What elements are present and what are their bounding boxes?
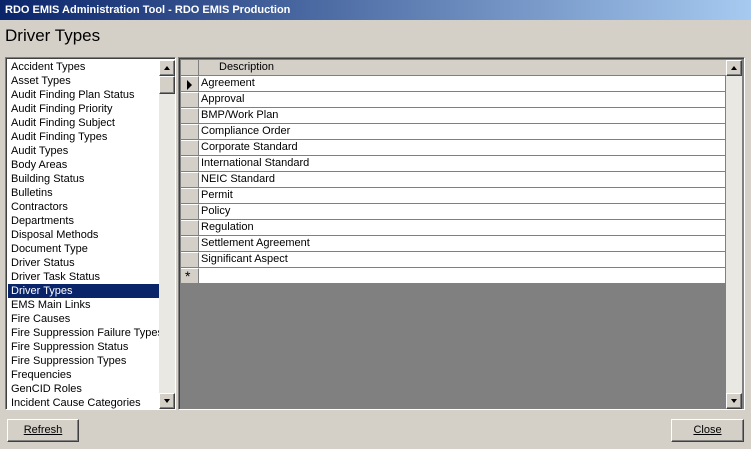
list-item[interactable]: Fire Suppression Types xyxy=(8,354,159,368)
row-selector[interactable] xyxy=(181,188,199,204)
close-button[interactable]: Close xyxy=(671,419,744,442)
list-item[interactable]: Body Areas xyxy=(8,158,159,172)
list-item[interactable]: Driver Types xyxy=(8,284,159,298)
list-scrollbar[interactable] xyxy=(159,60,175,409)
description-cell[interactable]: Regulation xyxy=(199,220,726,236)
row-selector[interactable] xyxy=(181,92,199,108)
description-cell[interactable]: Agreement xyxy=(199,76,726,92)
arrow-down-icon xyxy=(731,399,737,403)
driver-types-grid[interactable]: Description Agreement Approval BMP/Work Pl… xyxy=(178,57,745,410)
arrow-up-icon xyxy=(164,66,170,70)
lookup-table-list[interactable]: Accident Types Asset Types Audit Finding P… xyxy=(5,57,176,410)
grid-scrollbar[interactable] xyxy=(726,60,742,409)
description-cell[interactable]: Settlement Agreement xyxy=(199,236,726,252)
close-button-label: Close xyxy=(693,424,722,436)
refresh-button[interactable]: Refresh xyxy=(7,419,79,442)
row-selector[interactable] xyxy=(181,140,199,156)
description-cell[interactable]: Corporate Standard xyxy=(199,140,726,156)
list-item[interactable]: Contractors xyxy=(8,200,159,214)
table-row[interactable]: NEIC Standard xyxy=(181,172,726,188)
arrow-up-icon xyxy=(731,66,737,70)
row-selector[interactable] xyxy=(181,108,199,124)
new-row-star-icon: * xyxy=(185,268,191,284)
table-row[interactable]: Regulation xyxy=(181,220,726,236)
table-row[interactable]: Significant Aspect xyxy=(181,252,726,268)
description-cell[interactable]: Permit xyxy=(199,188,726,204)
list-item[interactable]: Driver Status xyxy=(8,256,159,270)
list-item[interactable]: Disposal Methods xyxy=(8,228,159,242)
column-header-description[interactable]: Description xyxy=(199,60,726,76)
description-cell[interactable]: Approval xyxy=(199,92,726,108)
page-title: Driver Types xyxy=(5,26,101,45)
table-row[interactable]: Approval xyxy=(181,92,726,108)
list-item[interactable]: Accident Types xyxy=(8,60,159,74)
row-selector[interactable] xyxy=(181,156,199,172)
row-selector[interactable] xyxy=(181,76,199,92)
grid-scroll-down-button[interactable] xyxy=(726,393,742,409)
list-item[interactable]: Audit Finding Plan Status xyxy=(8,88,159,102)
current-row-arrow-icon xyxy=(187,80,192,90)
new-row[interactable]: * xyxy=(181,268,726,284)
description-cell[interactable]: BMP/Work Plan xyxy=(199,108,726,124)
list-item[interactable]: EMS Main Links xyxy=(8,298,159,312)
grid-header: Description xyxy=(181,60,726,76)
table-row[interactable]: BMP/Work Plan xyxy=(181,108,726,124)
table-row[interactable]: Agreement xyxy=(181,76,726,92)
window-title-bar: RDO EMIS Administration Tool - RDO EMIS … xyxy=(0,0,751,20)
grid-corner-cell[interactable] xyxy=(181,60,199,76)
list-item[interactable]: Fire Causes xyxy=(8,312,159,326)
list-item[interactable]: Fire Suppression Status xyxy=(8,340,159,354)
list-item[interactable]: Audit Finding Subject xyxy=(8,116,159,130)
list-item[interactable]: Bulletins xyxy=(8,186,159,200)
description-cell[interactable]: Compliance Order xyxy=(199,124,726,140)
arrow-down-icon xyxy=(164,399,170,403)
description-cell[interactable]: International Standard xyxy=(199,156,726,172)
list-scroll-up-button[interactable] xyxy=(159,60,175,76)
table-row[interactable]: Compliance Order xyxy=(181,124,726,140)
grid-body: Description Agreement Approval BMP/Work Pl… xyxy=(181,60,726,284)
list-item[interactable]: Fire Suppression Failure Types xyxy=(8,326,159,340)
row-selector[interactable] xyxy=(181,172,199,188)
grid-scroll-up-button[interactable] xyxy=(726,60,742,76)
list-item[interactable]: Asset Types xyxy=(8,74,159,88)
list-scroll-thumb[interactable] xyxy=(159,76,175,94)
list-item[interactable]: Incident Cause Categories xyxy=(8,396,159,409)
new-row-cell[interactable] xyxy=(199,268,726,284)
row-selector[interactable] xyxy=(181,124,199,140)
table-row[interactable]: Policy xyxy=(181,204,726,220)
list-item[interactable]: Departments xyxy=(8,214,159,228)
list-item[interactable]: Audit Finding Priority xyxy=(8,102,159,116)
list-item[interactable]: Driver Task Status xyxy=(8,270,159,284)
row-selector[interactable] xyxy=(181,252,199,268)
list-item[interactable]: Audit Finding Types xyxy=(8,130,159,144)
list-item[interactable]: Audit Types xyxy=(8,144,159,158)
description-cell[interactable]: NEIC Standard xyxy=(199,172,726,188)
row-selector[interactable] xyxy=(181,236,199,252)
table-row[interactable]: Permit xyxy=(181,188,726,204)
table-row[interactable]: International Standard xyxy=(181,156,726,172)
description-cell[interactable]: Significant Aspect xyxy=(199,252,726,268)
list-item[interactable]: Building Status xyxy=(8,172,159,186)
refresh-button-label: Refresh xyxy=(23,424,63,436)
window-title: RDO EMIS Administration Tool - RDO EMIS … xyxy=(5,4,291,16)
row-selector[interactable] xyxy=(181,204,199,220)
list-item[interactable]: Document Type xyxy=(8,242,159,256)
table-row[interactable]: Settlement Agreement xyxy=(181,236,726,252)
list-item[interactable]: Frequencies xyxy=(8,368,159,382)
lookup-list-items: Accident Types Asset Types Audit Finding P… xyxy=(8,60,159,409)
table-row[interactable]: Corporate Standard xyxy=(181,140,726,156)
description-cell[interactable]: Policy xyxy=(199,204,726,220)
row-selector[interactable]: * xyxy=(181,268,199,284)
row-selector[interactable] xyxy=(181,220,199,236)
list-item[interactable]: GenCID Roles xyxy=(8,382,159,396)
list-scroll-down-button[interactable] xyxy=(159,393,175,409)
